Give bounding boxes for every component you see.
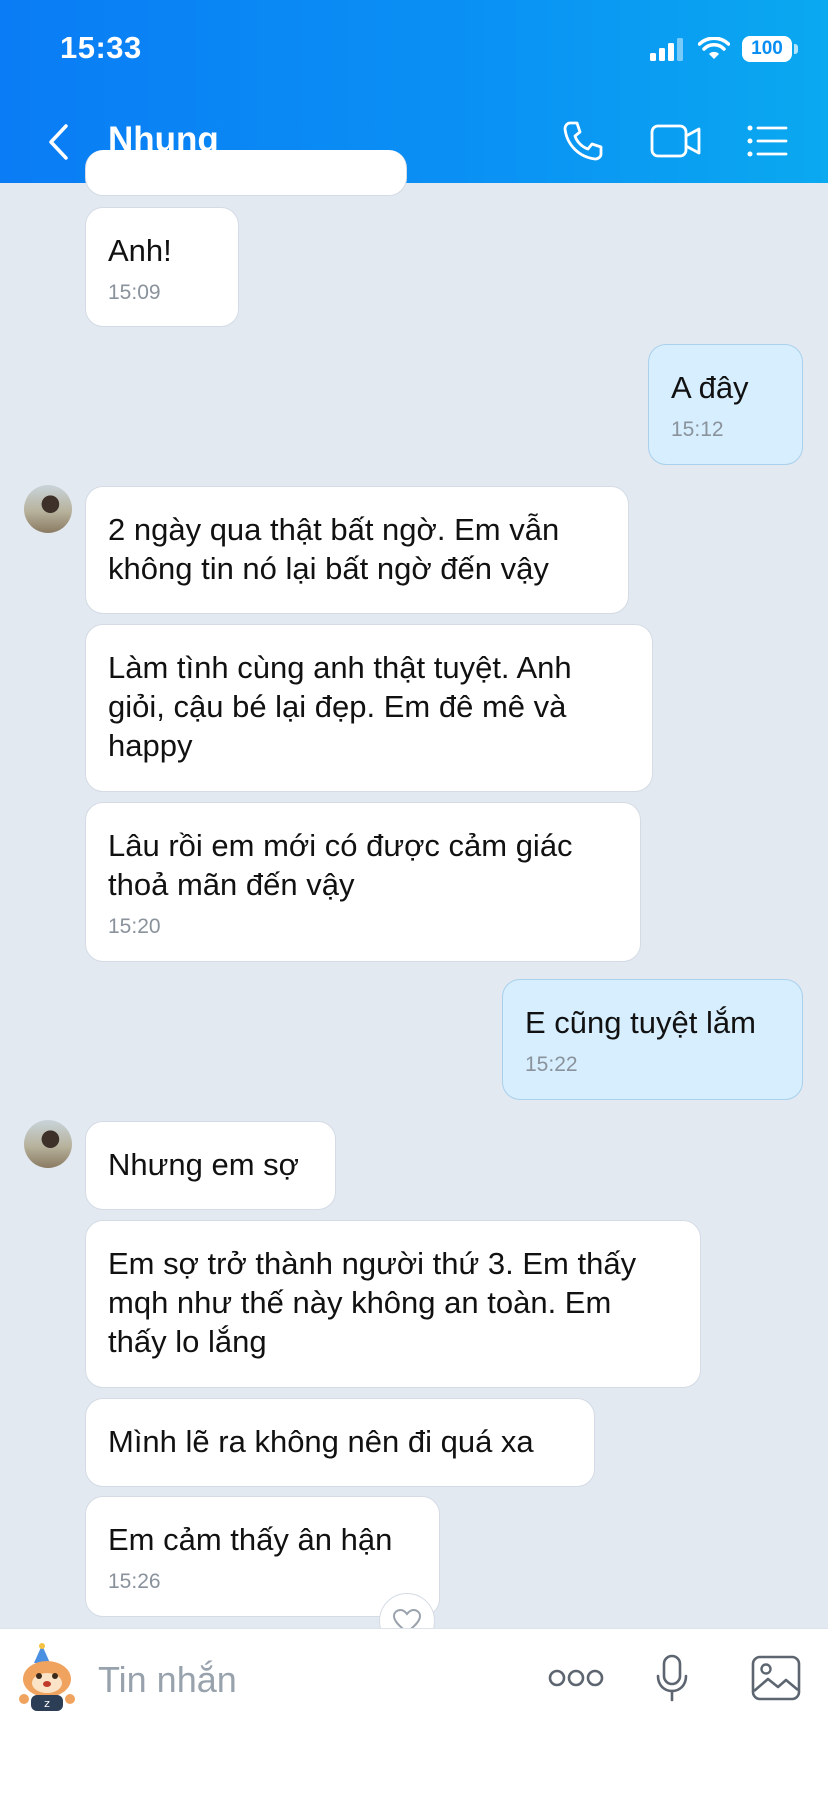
- message-text: Anh!: [108, 233, 172, 268]
- message-bubble-received[interactable]: Nhưng em sợ: [85, 1121, 336, 1210]
- message-text: Mình lẽ ra không nên đi quá xa: [108, 1424, 534, 1459]
- wifi-icon: [698, 37, 730, 59]
- list-icon: [747, 125, 788, 157]
- image-icon: [751, 1655, 801, 1701]
- message-time: 15:09: [108, 281, 161, 304]
- contact-avatar[interactable]: [24, 1120, 72, 1168]
- message-time: 15:12: [671, 418, 724, 441]
- message-text: 2 ngày qua thật bất ngờ. Em vẫn không ti…: [108, 512, 560, 586]
- message-text: Em sợ trở thành người thứ 3. Em thấy mqh…: [108, 1246, 637, 1359]
- message-text: Nhưng em sợ: [108, 1147, 299, 1182]
- message-time: 15:26: [108, 1570, 161, 1593]
- cellular-signal-icon: [650, 38, 683, 61]
- svg-text:z: z: [44, 1697, 50, 1710]
- back-button[interactable]: [38, 118, 78, 166]
- message-bubble-received[interactable]: Mình lẽ ra không nên đi quá xa: [85, 1398, 595, 1487]
- sticker-icon: z: [19, 1643, 75, 1711]
- message-bubble-received[interactable]: Em sợ trở thành người thứ 3. Em thấy mqh…: [85, 1220, 701, 1388]
- message-time: 15:22: [525, 1053, 578, 1076]
- contact-avatar[interactable]: [24, 485, 72, 533]
- message-text: A đây: [671, 370, 749, 405]
- message-input[interactable]: [96, 1649, 520, 1711]
- image-button[interactable]: [750, 1647, 802, 1709]
- message-bubble-received[interactable]: Em cảm thấy ân hận 15:26: [85, 1496, 440, 1617]
- message-text: Em cảm thấy ân hận: [108, 1522, 393, 1557]
- more-dots-icon: [548, 1669, 604, 1687]
- message-time: 15:20: [108, 915, 161, 938]
- sticker-button[interactable]: z: [14, 1643, 80, 1713]
- message-bubble-received[interactable]: Anh! 15:09: [85, 207, 239, 327]
- voice-button[interactable]: [652, 1647, 692, 1709]
- message-text: E cũng tuyệt lắm: [525, 1005, 756, 1040]
- call-button[interactable]: [560, 118, 606, 164]
- message-bubble-sent[interactable]: A đây 15:12: [648, 344, 803, 465]
- message-bubble-received[interactable]: Lâu rồi em mới có được cảm giác thoả mãn…: [85, 802, 641, 962]
- message-text: Làm tình cùng anh thật tuyệt. Anh giỏi, …: [108, 650, 572, 763]
- message-bubble-received[interactable]: Làm tình cùng anh thật tuyệt. Anh giỏi, …: [85, 624, 653, 792]
- more-button[interactable]: [548, 1647, 604, 1709]
- message-text: Lâu rồi em mới có được cảm giác thoả mãn…: [108, 828, 573, 902]
- video-call-button[interactable]: [648, 118, 704, 164]
- message-composer: z: [0, 1628, 828, 1793]
- chevron-left-icon: [49, 124, 68, 160]
- message-bubble-partial[interactable]: [85, 150, 407, 196]
- video-camera-icon: [650, 124, 701, 158]
- battery-indicator: 100: [742, 36, 798, 62]
- status-time: 15:33: [60, 30, 142, 65]
- menu-button[interactable]: [744, 118, 790, 164]
- message-bubble-received[interactable]: 2 ngày qua thật bất ngờ. Em vẫn không ti…: [85, 486, 629, 614]
- message-bubble-sent[interactable]: E cũng tuyệt lắm 15:22: [502, 979, 803, 1100]
- status-indicators: 100: [650, 34, 798, 64]
- microphone-icon: [656, 1654, 688, 1702]
- phone-icon: [563, 121, 603, 161]
